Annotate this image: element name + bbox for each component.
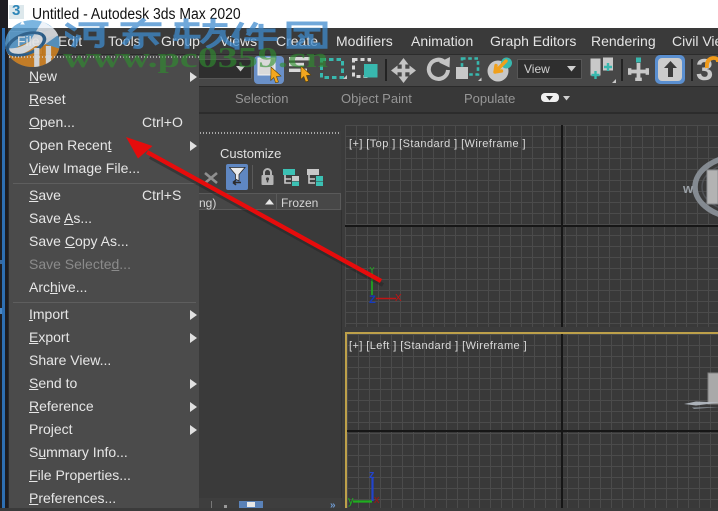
svg-text:x: x: [374, 494, 380, 506]
svg-text:www.pc0359.cn: www.pc0359.cn: [63, 44, 329, 74]
svg-text:Y: Y: [369, 267, 375, 275]
svg-text:X: X: [395, 293, 402, 303]
svg-text:w: w: [682, 181, 694, 196]
svg-text:y: y: [348, 495, 354, 507]
svg-text:Z: Z: [369, 294, 376, 303]
